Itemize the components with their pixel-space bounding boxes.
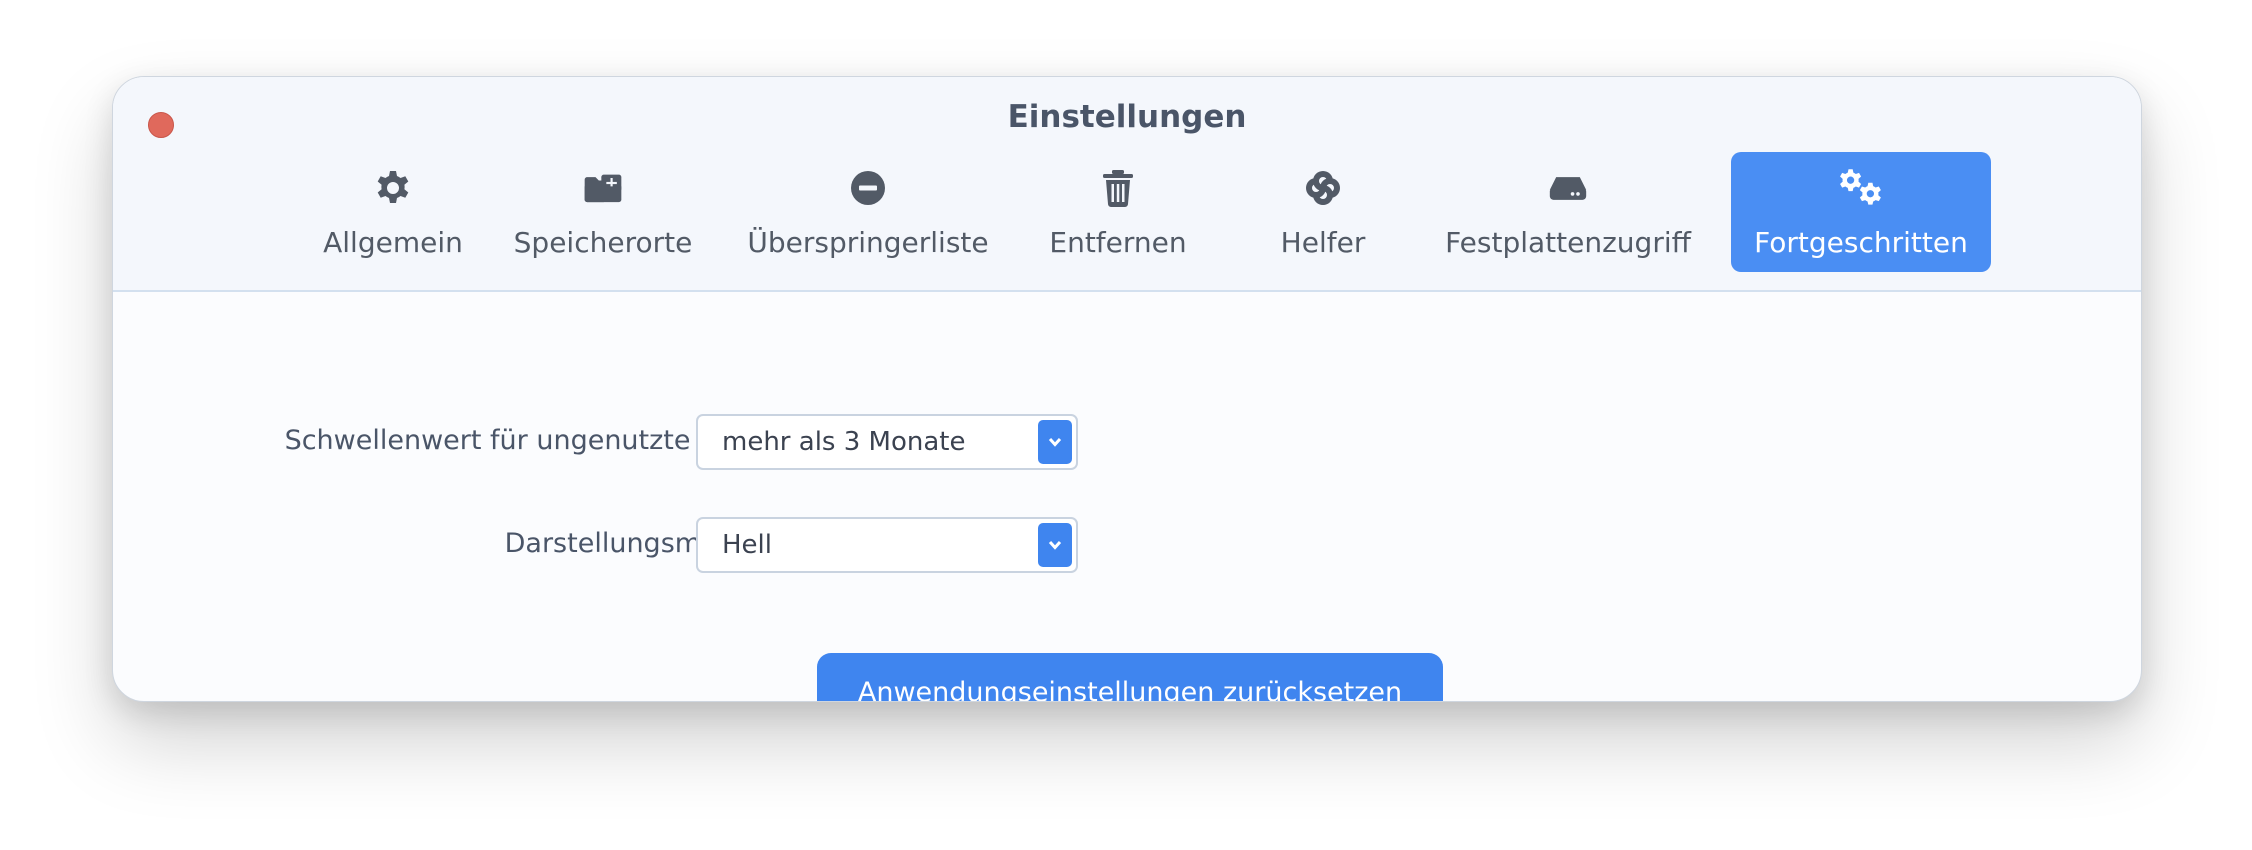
chevron-down-icon[interactable]: [1038, 420, 1072, 464]
unused-apps-value: mehr als 3 Monate: [722, 427, 966, 457]
tab-label: Festplattenzugriff: [1445, 226, 1691, 259]
tab-label: Fortgeschritten: [1754, 226, 1968, 259]
settings-content: Schwellenwert für ungenutzte Apps: mehr …: [113, 292, 2141, 701]
gear-icon: [283, 166, 503, 210]
titlebar: Einstellungen Allgemein Speicherorte Übe…: [113, 77, 2141, 292]
gears-icon: [1731, 166, 1991, 210]
tab-helfer[interactable]: Helfer: [1233, 152, 1413, 272]
reset-settings-button[interactable]: Anwendungseinstellungen zurücksetzen: [817, 653, 1443, 701]
hard-drive-icon: [1413, 166, 1723, 210]
tab-bar: Allgemein Speicherorte Überspringerliste…: [113, 152, 2141, 272]
tab-speicherorte[interactable]: Speicherorte: [493, 152, 713, 272]
appearance-select[interactable]: Hell: [696, 517, 1078, 573]
tab-festplattenzugriff[interactable]: Festplattenzugriff: [1413, 152, 1723, 272]
trash-icon: [1013, 166, 1223, 210]
tab-label: Entfernen: [1049, 226, 1187, 259]
appearance-value: Hell: [722, 530, 772, 560]
folder-plus-icon: [493, 166, 713, 210]
tab-ueberspringerliste[interactable]: Überspringerliste: [723, 152, 1013, 272]
helper-icon: [1233, 166, 1413, 210]
tab-allgemein[interactable]: Allgemein: [283, 152, 503, 272]
tab-label: Allgemein: [323, 226, 463, 259]
tab-label: Helfer: [1280, 226, 1366, 259]
settings-window: Einstellungen Allgemein Speicherorte Übe…: [112, 76, 2142, 702]
chevron-down-icon[interactable]: [1038, 523, 1072, 567]
window-title: Einstellungen: [1007, 99, 1247, 135]
minus-circle-icon: [723, 166, 1013, 210]
unused-apps-select[interactable]: mehr als 3 Monate: [696, 414, 1078, 470]
tab-label: Speicherorte: [513, 226, 693, 259]
tab-fortgeschritten[interactable]: Fortgeschritten: [1731, 152, 1991, 272]
tab-label: Überspringerliste: [747, 226, 989, 259]
tab-entfernen[interactable]: Entfernen: [1013, 152, 1223, 272]
